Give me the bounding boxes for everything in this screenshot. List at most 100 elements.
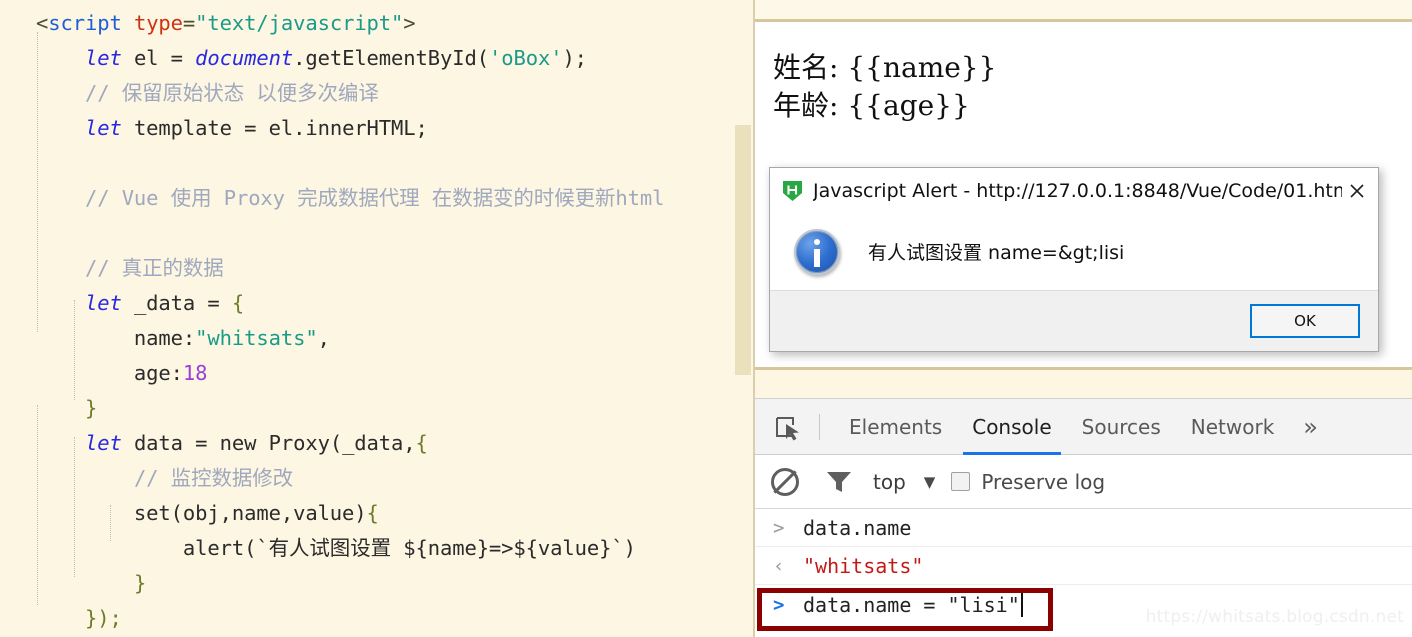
console-row-result: ‹ "whitsats" [755, 547, 1412, 585]
code-token: = [207, 291, 220, 315]
code-line: let _data = { [0, 286, 755, 321]
code-token: "whitsats" [195, 326, 318, 350]
code-token: = [170, 46, 183, 70]
filter-funnel-icon[interactable] [825, 469, 853, 495]
inspect-element-icon[interactable] [769, 409, 805, 445]
code-line-list: <script type="text/javascript"> let el =… [0, 6, 755, 636]
close-icon[interactable] [1342, 176, 1372, 206]
console-filter-toolbar: top ▼ Preserve log [755, 455, 1412, 509]
console-active-prompt-arrow: > [773, 594, 785, 616]
code-line: } [0, 391, 755, 426]
code-token: ); [562, 46, 587, 70]
code-token: = [244, 116, 257, 140]
code-token: set(obj,name,value) [36, 501, 367, 525]
editor-scrollbar-thumb[interactable] [735, 125, 751, 375]
tab-console[interactable]: Console [957, 399, 1066, 455]
code-token: // 监控数据修改 [133, 466, 294, 490]
clear-console-icon[interactable] [771, 467, 799, 496]
alert-titlebar[interactable]: Javascript Alert - http://127.0.0.1:8848… [770, 168, 1378, 213]
code-token: }); [84, 606, 122, 630]
code-token: > [403, 11, 416, 35]
devtools-tabbar: Elements Console Sources Network » [755, 399, 1412, 455]
code-line: }); [0, 601, 755, 636]
console-result-value: "whitsats" [803, 553, 924, 578]
middle-cream-band [755, 367, 1412, 398]
text-caret [1020, 593, 1023, 617]
code-token: , [317, 326, 330, 350]
code-token: template [121, 116, 245, 140]
console-input-text[interactable]: data.name = "lisi" [803, 593, 1020, 617]
code-token: document [195, 46, 294, 70]
code-token: = [195, 431, 208, 455]
code-token: _data [121, 291, 208, 315]
info-icon [794, 228, 840, 275]
tab-elements[interactable]: Elements [834, 399, 957, 455]
code-token: = [182, 11, 196, 35]
toolbar-divider [819, 413, 820, 440]
code-token: 'oBox' [488, 46, 563, 70]
code-token: let [84, 291, 122, 315]
code-token: // Vue 使用 Proxy 完成数据代理 在数据变的时候更新html [84, 186, 665, 210]
code-token: name: [36, 326, 196, 350]
chevron-down-icon[interactable]: ▼ [924, 473, 936, 491]
code-token: { [415, 431, 428, 455]
code-line: alert(`有人试图设置 ${name}=>${value}`) [0, 531, 755, 566]
preserve-log-checkbox[interactable] [951, 472, 971, 491]
code-line: let el = document.getElementById('oBox')… [0, 41, 755, 76]
code-token: } [133, 571, 147, 595]
code-token: age: [36, 361, 183, 385]
tab-sources[interactable]: Sources [1067, 399, 1176, 455]
code-token: // 真正的数据 [84, 256, 224, 280]
code-editor-pane[interactable]: <script type="text/javascript"> let el =… [0, 0, 755, 637]
code-line: // 监控数据修改 [0, 461, 755, 496]
browser-pane: 姓名: {{name}} 年龄: {{age}} Javascript Aler… [755, 0, 1412, 637]
code-token: type [133, 11, 183, 35]
javascript-alert-dialog[interactable]: Javascript Alert - http://127.0.0.1:8848… [769, 167, 1379, 352]
code-line: // 真正的数据 [0, 251, 755, 286]
code-token: 18 [182, 361, 208, 385]
code-line: <script type="text/javascript"> [0, 6, 755, 41]
code-line: name:"whitsats", [0, 321, 755, 356]
alert-ok-button[interactable]: OK [1250, 304, 1360, 338]
alert-title-text: Javascript Alert - http://127.0.0.1:8848… [813, 179, 1342, 202]
more-tabs-icon[interactable]: » [1289, 399, 1332, 455]
alert-footer: OK [770, 291, 1378, 351]
console-prompt-arrow: > [773, 516, 785, 539]
devtools-panel: Elements Console Sources Network » top ▼… [755, 398, 1412, 637]
console-row-text: data.name [803, 515, 912, 540]
code-editor-content[interactable]: <script type="text/javascript"> let el =… [0, 0, 755, 637]
hbuilder-shield-icon [782, 180, 803, 202]
code-token: let [84, 431, 122, 455]
preserve-log-label[interactable]: Preserve log [981, 470, 1105, 494]
top-cream-strip [755, 0, 1412, 22]
code-token: el [121, 46, 171, 70]
code-token: // 保留原始状态 以便多次编译 [84, 81, 379, 105]
page-name-line: 姓名: {{name}} [773, 51, 997, 84]
console-result-arrow: ‹ [773, 554, 785, 577]
code-token: script [48, 11, 122, 35]
code-token: let [84, 116, 122, 140]
code-line: set(obj,name,value){ [0, 496, 755, 531]
editor-scrollbar-track[interactable] [735, 0, 753, 637]
screenshot-root: <script type="text/javascript"> let el =… [0, 0, 1412, 637]
console-row-input-history: > data.name [755, 509, 1412, 547]
tab-network[interactable]: Network [1176, 399, 1290, 455]
code-line: } [0, 566, 755, 601]
page-age-line: 年龄: {{age}} [773, 89, 970, 122]
console-context-select[interactable]: top [873, 470, 906, 494]
code-token: new Proxy(_data, [207, 431, 416, 455]
alert-message-text: 有人试图设置 name=&gt;lisi [868, 242, 1125, 264]
code-line: // Vue 使用 Proxy 完成数据代理 在数据变的时候更新html [0, 181, 755, 216]
